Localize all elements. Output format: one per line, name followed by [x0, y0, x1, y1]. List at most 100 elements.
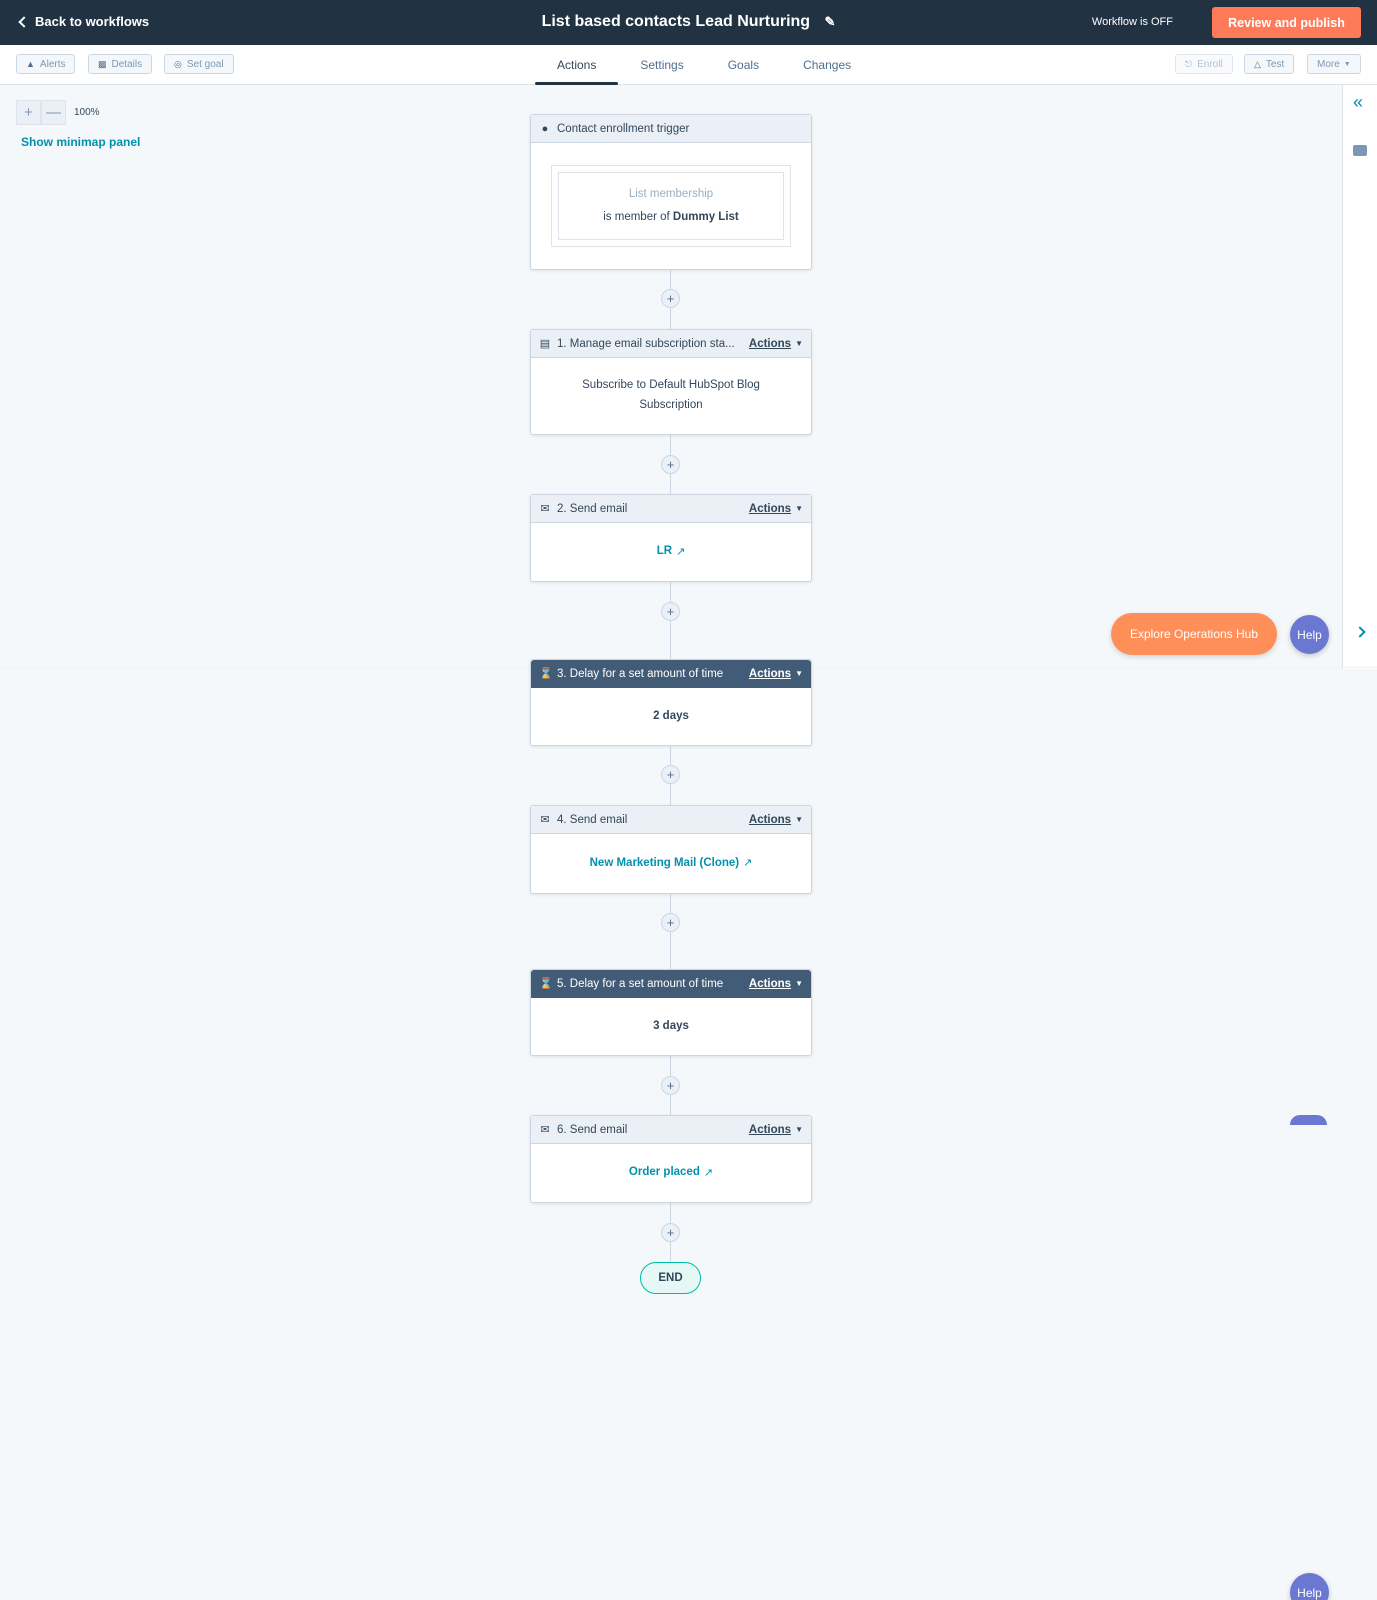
action-card-send-email[interactable]: ✉ 6. Send email Actions ▼ Order placed ↗ [530, 1115, 812, 1203]
help-button[interactable]: Help [1290, 1573, 1329, 1600]
zoom-out-button[interactable]: — [41, 100, 66, 125]
caret-down-icon: ▼ [795, 1124, 803, 1134]
workflow-toolbar: ▲ Alerts ▩ Details ◎ Set goal Actions Se… [0, 45, 1377, 85]
back-link-label: Back to workflows [35, 14, 150, 29]
details-button[interactable]: ▩ Details [88, 54, 153, 74]
caret-down-icon: ▼ [795, 978, 803, 988]
tab-changes[interactable]: Changes [781, 45, 873, 85]
chevron-right-icon[interactable] [1354, 626, 1366, 638]
explore-operations-hub-button[interactable]: Explore Operations Hub [1111, 613, 1277, 655]
actions-dropdown[interactable]: Actions ▼ [749, 814, 803, 826]
email-link[interactable]: New Marketing Mail (Clone) [590, 854, 740, 874]
double-chevron-left-icon[interactable]: « [1353, 93, 1363, 111]
actions-dropdown[interactable]: Actions ▼ [749, 338, 803, 350]
details-label: Details [111, 58, 143, 70]
chevron-left-icon [18, 15, 30, 28]
trigger-filter-value: Dummy List [672, 211, 739, 223]
action-card-header: ⌛ 5. Delay for a set amount of time Acti… [531, 970, 811, 998]
right-side-rail: « [1342, 85, 1377, 669]
action-card-send-email[interactable]: ✉ 2. Send email Actions ▼ LR ↗ [530, 494, 812, 582]
enroll-label: Enroll [1197, 58, 1223, 70]
action-card-header: ▤ 1. Manage email subscription sta... Ac… [531, 330, 811, 358]
caret-down-icon: ▼ [795, 814, 803, 824]
actions-dropdown[interactable]: Actions ▼ [749, 978, 803, 990]
workflow-status: Workflow is OFF [1091, 16, 1173, 28]
add-action-button[interactable]: + [661, 913, 680, 932]
tab-actions[interactable]: Actions [535, 45, 619, 85]
action-title: 2. Send email [557, 502, 628, 515]
action-body: LR ↗ [531, 523, 811, 581]
more-dropdown[interactable]: More ▼ [1307, 54, 1361, 74]
top-bar: Back to workflows List based contacts Le… [0, 0, 1377, 45]
show-minimap-link[interactable]: Show minimap panel [21, 135, 140, 149]
help-button-partial[interactable] [1290, 1115, 1327, 1125]
flask-icon: △ [1254, 58, 1261, 69]
test-button[interactable]: △ Test [1244, 54, 1295, 74]
actions-dropdown[interactable]: Actions ▼ [749, 1124, 803, 1136]
action-card-delay[interactable]: ⌛ 5. Delay for a set amount of time Acti… [530, 969, 812, 1056]
external-link-icon[interactable]: ↗ [676, 543, 685, 562]
add-action-button[interactable]: + [661, 765, 680, 784]
email-icon: ✉ [540, 814, 550, 826]
action-card-header: ✉ 2. Send email Actions ▼ [531, 495, 811, 523]
add-action-button[interactable]: + [661, 602, 680, 621]
caret-down-icon: ▼ [1343, 60, 1351, 68]
enroll-icon: ⎋ [1185, 58, 1193, 69]
review-and-publish-button[interactable]: Review and publish [1212, 7, 1361, 38]
warning-icon: ▲ [26, 59, 35, 69]
actions-dropdown[interactable]: Actions ▼ [749, 503, 803, 515]
trigger-filter-name: List membership [628, 188, 714, 200]
action-card-delay[interactable]: ⌛ 3. Delay for a set amount of time Acti… [530, 659, 812, 746]
trigger-filter[interactable]: List membership is member of Dummy List [558, 172, 784, 240]
email-link[interactable]: LR [657, 542, 672, 562]
enrollment-trigger-card[interactable]: ● Contact enrollment trigger List member… [530, 114, 812, 270]
target-icon: ◎ [174, 58, 182, 69]
external-link-icon[interactable]: ↗ [743, 854, 752, 873]
email-link[interactable]: Order placed [629, 1163, 700, 1183]
action-card-header: ✉ 6. Send email Actions ▼ [531, 1116, 811, 1144]
action-title: 6. Send email [557, 1123, 628, 1136]
alerts-label: Alerts [39, 58, 66, 70]
set-goal-label: Set goal [186, 58, 224, 70]
action-title: 3. Delay for a set amount of time [557, 667, 724, 680]
workflow-title[interactable]: List based contacts Lead Nurturing [542, 13, 810, 30]
workflow-tabs: Actions Settings Goals Changes [535, 45, 873, 85]
help-button[interactable]: Help [1290, 615, 1329, 654]
action-body: New Marketing Mail (Clone) ↗ [531, 834, 811, 893]
zoom-controls: + — 100% [16, 100, 100, 125]
action-body: Order placed ↗ [531, 1144, 811, 1202]
more-label: More [1317, 58, 1340, 70]
end-node: END [640, 1262, 701, 1294]
email-icon: ✉ [540, 1124, 550, 1136]
zoom-in-button[interactable]: + [16, 100, 41, 125]
action-title: 4. Send email [557, 813, 628, 826]
add-action-button[interactable]: + [661, 455, 680, 474]
trigger-card-header: ● Contact enrollment trigger [531, 115, 811, 143]
action-body: 2 days [653, 709, 689, 722]
trigger-filter-container: List membership is member of Dummy List [551, 165, 791, 247]
external-link-icon[interactable]: ↗ [704, 1164, 713, 1183]
comment-icon[interactable] [1353, 145, 1367, 156]
action-title: 1. Manage email subscription sta... [557, 337, 735, 350]
email-icon: ✉ [540, 503, 550, 515]
tab-goals[interactable]: Goals [706, 45, 781, 85]
actions-label: Actions [748, 667, 792, 680]
add-action-button[interactable]: + [661, 1223, 680, 1242]
actions-label: Actions [748, 337, 792, 350]
test-label: Test [1265, 58, 1285, 70]
actions-label: Actions [748, 502, 792, 515]
action-body: Subscribe to Default HubSpot Blog Subscr… [582, 379, 760, 411]
action-card-send-email[interactable]: ✉ 4. Send email Actions ▼ New Marketing M… [530, 805, 812, 894]
set-goal-button[interactable]: ◎ Set goal [164, 54, 234, 74]
contact-icon: ● [541, 122, 549, 135]
action-card-manage-subscription[interactable]: ▤ 1. Manage email subscription sta... Ac… [530, 329, 812, 435]
add-action-button[interactable]: + [661, 1076, 680, 1095]
enroll-button[interactable]: ⎋ Enroll [1175, 54, 1233, 74]
bar-chart-icon: ▩ [98, 58, 107, 69]
tab-settings[interactable]: Settings [618, 45, 705, 85]
back-to-workflows-link[interactable]: Back to workflows [18, 14, 150, 29]
actions-dropdown[interactable]: Actions ▼ [749, 668, 803, 680]
edit-pencil-icon[interactable]: ✎ [825, 14, 836, 30]
alerts-button[interactable]: ▲ Alerts [16, 54, 76, 74]
add-action-button[interactable]: + [661, 289, 680, 308]
